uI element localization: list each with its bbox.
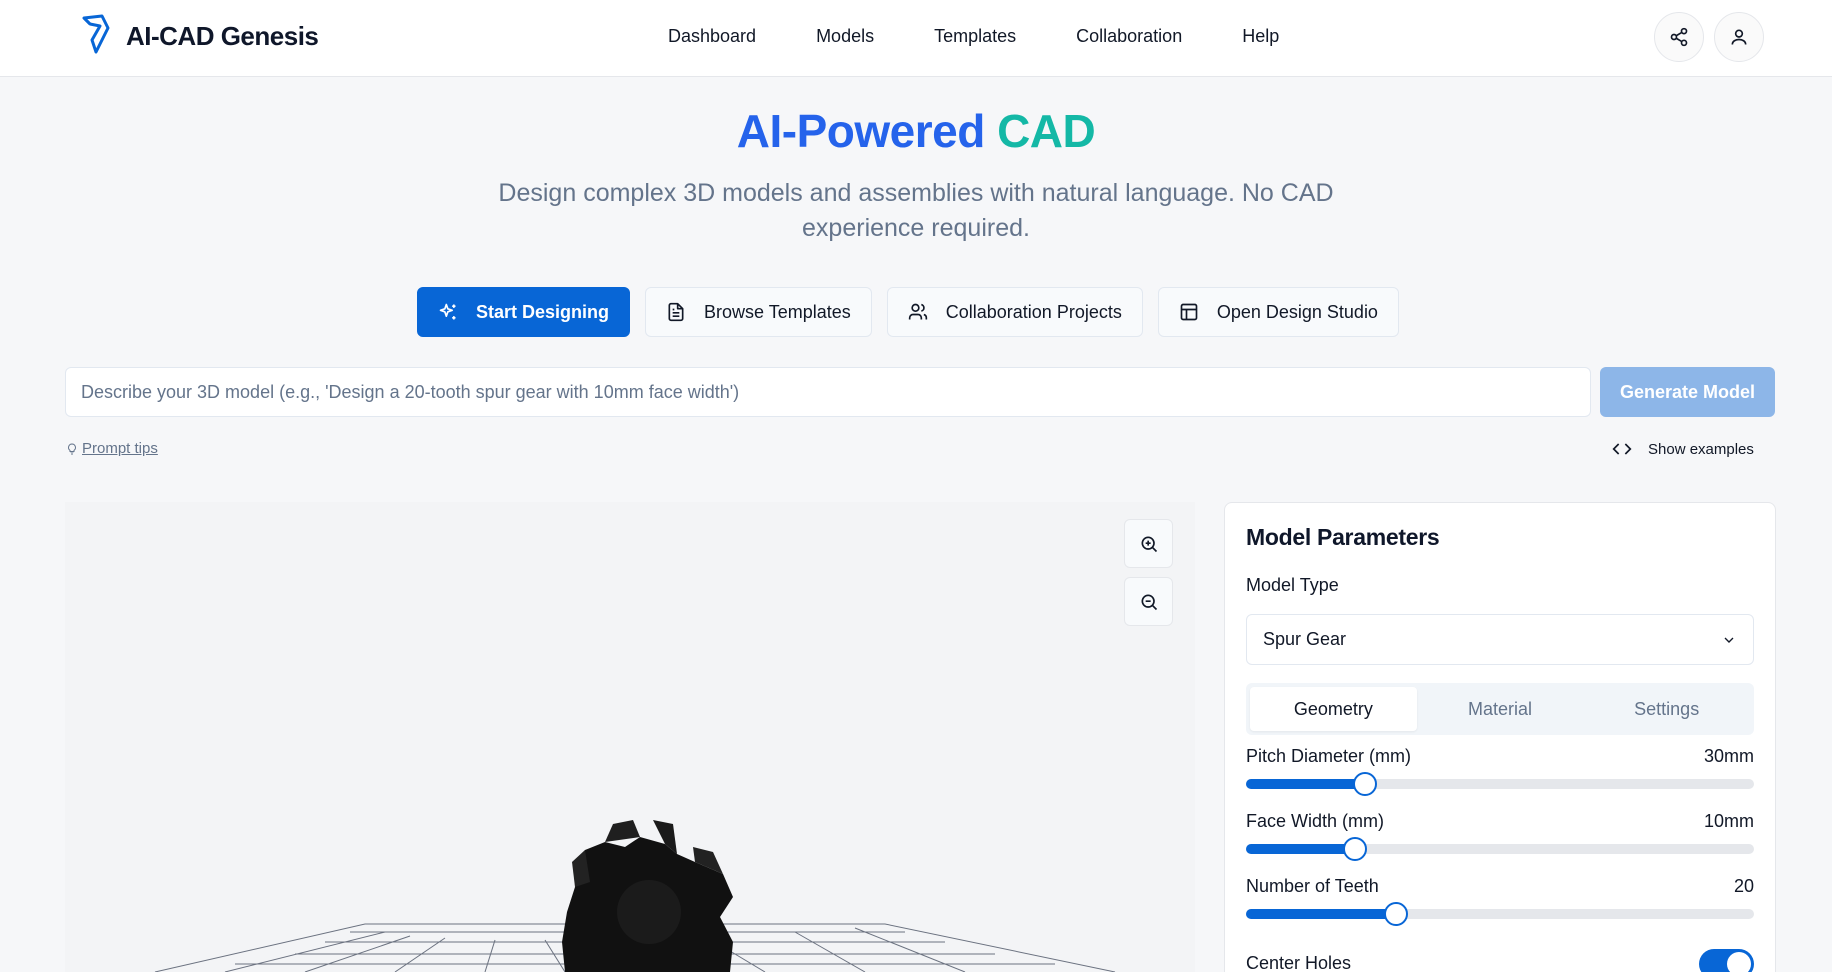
tab-geometry[interactable]: Geometry <box>1250 687 1417 731</box>
start-designing-button[interactable]: Start Designing <box>417 287 631 337</box>
logo-icon <box>82 14 110 54</box>
collaboration-projects-button[interactable]: Collaboration Projects <box>886 287 1143 337</box>
prompt-tips[interactable]: Prompt tips <box>66 440 158 457</box>
spur-gear-model[interactable] <box>562 820 733 972</box>
toggle-knob <box>1727 952 1751 972</box>
param-value: 30mm <box>1703 746 1754 766</box>
nav-collaboration[interactable]: Collaboration <box>1076 26 1182 47</box>
share-icon <box>1670 27 1688 47</box>
slider-thumb[interactable] <box>1383 902 1408 926</box>
tab-material[interactable]: Material <box>1417 687 1584 731</box>
model-viewport[interactable] <box>65 502 1195 972</box>
sparkles-icon <box>439 303 456 320</box>
zoom-out-icon <box>1141 594 1157 610</box>
slider-thumb[interactable] <box>1343 837 1368 861</box>
model-type-select[interactable]: Spur Gear <box>1246 614 1754 665</box>
brand[interactable]: AI-CAD Genesis <box>78 14 319 58</box>
param-value: 20 <box>1733 876 1754 896</box>
open-design-studio-label: Open Design Studio <box>1216 301 1378 322</box>
browse-templates-button[interactable]: Browse Templates <box>645 287 872 337</box>
browse-templates-label: Browse Templates <box>704 301 851 322</box>
prompt-tips-link[interactable]: Prompt tips <box>82 440 158 457</box>
model-type-value: Spur Gear <box>1263 629 1347 649</box>
layout-icon <box>1180 303 1198 321</box>
main-nav: Dashboard Models Templates Collaboration… <box>668 26 1279 47</box>
hero-actions: Start Designing Browse Templates Collabo… <box>417 287 1399 337</box>
param-label: Number of Teeth <box>1246 876 1379 896</box>
model-prompt-input[interactable] <box>65 367 1591 417</box>
hero-title-part2: CAD <box>997 105 1096 157</box>
document-icon <box>668 302 684 322</box>
model-parameters-panel: Model Parameters Model Type Spur Gear Ge… <box>1224 502 1776 972</box>
code-icon <box>1612 443 1632 455</box>
param-label: Face Width (mm) <box>1246 811 1385 831</box>
nav-dashboard[interactable]: Dashboard <box>668 26 756 47</box>
show-examples-label: Show examples <box>1648 440 1754 458</box>
param-value: 10mm <box>1703 811 1754 831</box>
pitch-diameter-slider[interactable] <box>1246 772 1754 796</box>
slider-fill <box>1246 779 1366 789</box>
nav-models[interactable]: Models <box>816 26 874 47</box>
user-icon <box>1731 29 1747 45</box>
zoom-in-button[interactable] <box>1124 519 1173 568</box>
slider-fill <box>1246 909 1396 919</box>
collaboration-projects-label: Collaboration Projects <box>945 301 1122 322</box>
param-pitch-diameter: Pitch Diameter (mm) 30mm <box>1246 746 1754 767</box>
panel-title: Model Parameters <box>1246 524 1440 550</box>
share-button[interactable] <box>1654 12 1704 62</box>
zoom-in-icon <box>1141 536 1157 552</box>
top-header: AI-CAD Genesis Dashboard Models Template… <box>0 0 1832 77</box>
param-label: Pitch Diameter (mm) <box>1246 746 1412 766</box>
users-icon <box>908 303 927 320</box>
number-of-teeth-slider[interactable] <box>1246 902 1754 926</box>
show-examples-toggle[interactable]: Show examples <box>1612 439 1754 459</box>
brand-name: AI-CAD Genesis <box>126 20 319 51</box>
model-type-label: Model Type <box>1246 575 1339 595</box>
center-holes-toggle[interactable] <box>1699 949 1754 972</box>
hero-title: AI-Powered CAD <box>0 104 1832 158</box>
tab-settings[interactable]: Settings <box>1583 687 1750 731</box>
lightbulb-icon <box>68 442 76 454</box>
hero-subtitle: Design complex 3D models and assemblies … <box>498 179 1334 242</box>
start-designing-label: Start Designing <box>476 301 610 322</box>
viewport-scene <box>154 820 1116 972</box>
generate-model-button[interactable]: Generate Model <box>1600 367 1775 417</box>
slider-thumb[interactable] <box>1353 772 1378 796</box>
nav-help[interactable]: Help <box>1242 26 1279 47</box>
open-design-studio-button[interactable]: Open Design Studio <box>1157 287 1399 337</box>
param-face-width: Face Width (mm) 10mm <box>1246 811 1754 832</box>
slider-fill <box>1246 844 1356 854</box>
center-holes-label: Center Holes <box>1246 953 1352 972</box>
user-button[interactable] <box>1714 12 1764 62</box>
parameter-tabs: Geometry Material Settings <box>1246 683 1754 735</box>
nav-templates[interactable]: Templates <box>934 26 1016 47</box>
hero-title-part1: AI-Powered <box>736 105 986 157</box>
face-width-slider[interactable] <box>1246 837 1754 861</box>
param-number-of-teeth: Number of Teeth 20 <box>1246 876 1754 897</box>
chevron-down-icon <box>1724 637 1734 643</box>
zoom-out-button[interactable] <box>1124 577 1173 626</box>
